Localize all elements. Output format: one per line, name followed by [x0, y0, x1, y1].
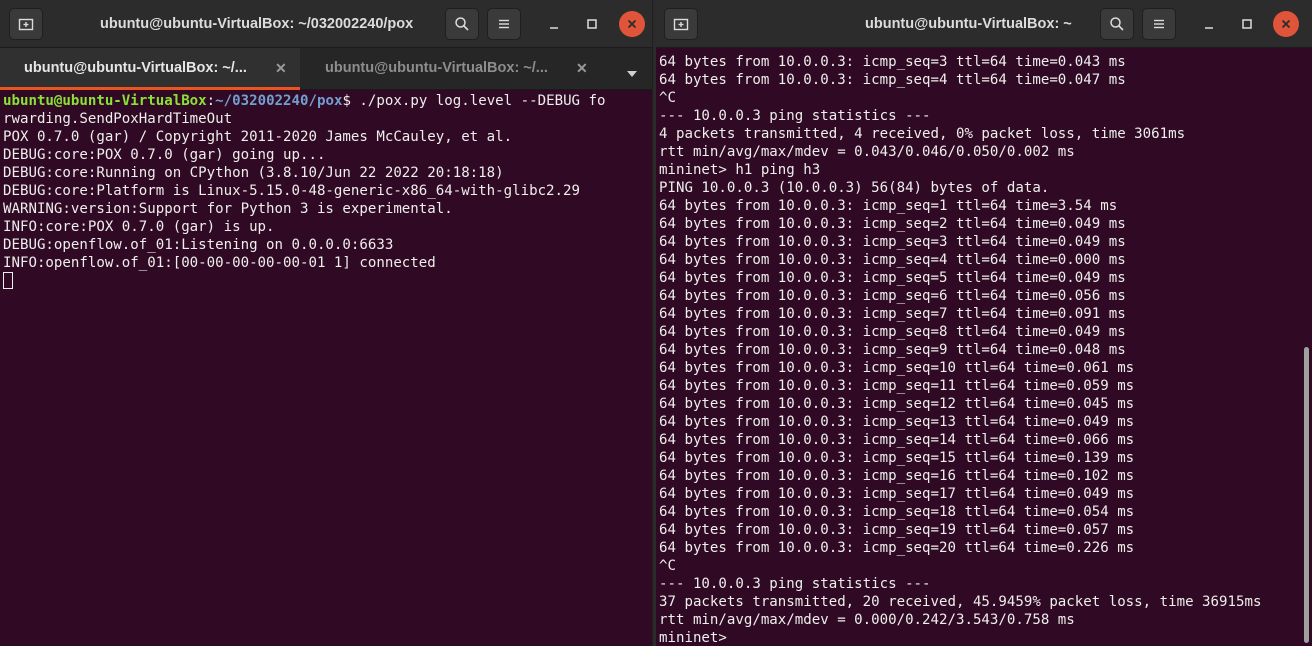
terminal-line: 64 bytes from 10.0.0.3: icmp_seq=12 ttl=…: [659, 396, 1135, 412]
terminal-line: 64 bytes from 10.0.0.3: icmp_seq=6 ttl=6…: [659, 288, 1126, 304]
tab-1[interactable]: ubuntu@ubuntu-VirtualBox: ~/... ✕: [0, 48, 300, 90]
prompt-command: ./pox.py log.level --DEBUG fo: [350, 93, 606, 109]
tab-2-label: ubuntu@ubuntu-VirtualBox: ~/...: [325, 60, 548, 76]
terminal-line: mininet> h1 ping h3: [659, 162, 821, 178]
right-terminal-window: ubuntu@ubuntu-VirtualBox: ~ 64 bytes fro…: [656, 0, 1312, 646]
terminal-line: 64 bytes from 10.0.0.3: icmp_seq=1 ttl=6…: [659, 198, 1118, 214]
close-button[interactable]: [619, 11, 645, 37]
chevron-down-icon: [627, 71, 637, 77]
terminal-line: DEBUG:openflow.of_01:Listening on 0.0.0.…: [3, 237, 394, 253]
terminal-line: 64 bytes from 10.0.0.3: icmp_seq=3 ttl=6…: [659, 54, 1126, 70]
close-icon: [627, 19, 637, 29]
prompt-user-host: ubuntu@ubuntu-VirtualBox: [3, 93, 207, 109]
terminal-line: 64 bytes from 10.0.0.3: icmp_seq=4 ttl=6…: [659, 252, 1126, 268]
terminal-line: WARNING:version:Support for Python 3 is …: [3, 201, 453, 217]
terminal-line: 64 bytes from 10.0.0.3: icmp_seq=10 ttl=…: [659, 360, 1135, 376]
minimize-icon: [1205, 27, 1213, 29]
hamburger-menu-icon: [499, 19, 509, 29]
terminal-line: ^C: [659, 558, 676, 574]
terminal-line: 64 bytes from 10.0.0.3: icmp_seq=15 ttl=…: [659, 450, 1135, 466]
scrollbar[interactable]: [1304, 347, 1309, 643]
tab-1-label: ubuntu@ubuntu-VirtualBox: ~/...: [24, 60, 247, 76]
minimize-icon: [550, 27, 558, 29]
left-terminal-window: ubuntu@ubuntu-VirtualBox: ~/032002240/po…: [0, 0, 653, 646]
terminal-line: 64 bytes from 10.0.0.3: icmp_seq=3 ttl=6…: [659, 234, 1126, 250]
minimize-button[interactable]: [1196, 11, 1222, 37]
terminal-line: DEBUG:core:Platform is Linux-5.15.0-48-g…: [3, 183, 580, 199]
terminal-line: 64 bytes from 10.0.0.3: icmp_seq=20 ttl=…: [659, 540, 1135, 556]
terminal-line: 64 bytes from 10.0.0.3: icmp_seq=9 ttl=6…: [659, 342, 1126, 358]
terminal-line: 37 packets transmitted, 20 received, 45.…: [659, 594, 1262, 610]
close-icon: [1281, 19, 1291, 29]
terminal-line: DEBUG:core:POX 0.7.0 (gar) going up...: [3, 147, 326, 163]
new-tab-icon: [673, 18, 689, 31]
tab-bar: ubuntu@ubuntu-VirtualBox: ~/... ✕ ubuntu…: [0, 48, 652, 90]
minimize-button[interactable]: [541, 11, 567, 37]
window-title: ubuntu@ubuntu-VirtualBox: ~: [865, 16, 1072, 32]
prompt-line: ubuntu@ubuntu-VirtualBox:~/032002240/pox…: [3, 92, 652, 110]
terminal-line: 64 bytes from 10.0.0.3: icmp_seq=7 ttl=6…: [659, 306, 1126, 322]
left-terminal-output[interactable]: ubuntu@ubuntu-VirtualBox:~/032002240/pox…: [0, 90, 652, 291]
terminal-line: 64 bytes from 10.0.0.3: icmp_seq=16 ttl=…: [659, 468, 1135, 484]
tab-2[interactable]: ubuntu@ubuntu-VirtualBox: ~/... ✕: [301, 48, 601, 90]
new-tab-button[interactable]: [9, 8, 43, 40]
terminal-line: 64 bytes from 10.0.0.3: icmp_seq=11 ttl=…: [659, 378, 1135, 394]
terminal-line: 64 bytes from 10.0.0.3: icmp_seq=5 ttl=6…: [659, 270, 1126, 286]
maximize-icon: [587, 19, 597, 29]
prompt-path: ~/032002240/pox: [215, 93, 343, 109]
maximize-button[interactable]: [579, 11, 605, 37]
tab-dropdown-button[interactable]: [626, 65, 638, 83]
terminal-line: POX 0.7.0 (gar) / Copyright 2011-2020 Ja…: [3, 129, 513, 145]
terminal-line: rtt min/avg/max/mdev = 0.043/0.046/0.050…: [659, 144, 1075, 160]
terminal-line: 4 packets transmitted, 4 received, 0% pa…: [659, 126, 1186, 142]
search-icon: [1110, 17, 1124, 31]
terminal-line: 64 bytes from 10.0.0.3: icmp_seq=13 ttl=…: [659, 414, 1135, 430]
new-tab-icon: [18, 18, 34, 31]
maximize-icon: [1242, 19, 1252, 29]
terminal-line: rwarding.SendPoxHardTimeOut: [3, 111, 233, 127]
menu-button[interactable]: [487, 8, 521, 40]
terminal-line: mininet>: [659, 630, 736, 646]
left-titlebar[interactable]: ubuntu@ubuntu-VirtualBox: ~/032002240/po…: [0, 0, 652, 48]
terminal-line: --- 10.0.0.3 ping statistics ---: [659, 108, 931, 124]
search-button[interactable]: [1100, 8, 1134, 40]
prompt-colon: :: [206, 93, 216, 109]
right-titlebar[interactable]: ubuntu@ubuntu-VirtualBox: ~: [656, 0, 1312, 48]
terminal-line: 64 bytes from 10.0.0.3: icmp_seq=19 ttl=…: [659, 522, 1135, 538]
terminal-line: INFO:core:POX 0.7.0 (gar) is up.: [3, 219, 275, 235]
close-button[interactable]: [1273, 11, 1299, 37]
terminal-line: 64 bytes from 10.0.0.3: icmp_seq=2 ttl=6…: [659, 216, 1126, 232]
cursor-line: [3, 272, 652, 291]
maximize-button[interactable]: [1234, 11, 1260, 37]
terminal-line: 64 bytes from 10.0.0.3: icmp_seq=14 ttl=…: [659, 432, 1135, 448]
right-terminal-output[interactable]: 64 bytes from 10.0.0.3: icmp_seq=3 ttl=6…: [656, 48, 1312, 646]
terminal-line: 64 bytes from 10.0.0.3: icmp_seq=8 ttl=6…: [659, 324, 1126, 340]
new-tab-button[interactable]: [664, 8, 698, 40]
tab-close-icon[interactable]: ✕: [576, 61, 588, 75]
terminal-line: INFO:openflow.of_01:[00-00-00-00-00-01 1…: [3, 255, 436, 271]
menu-button[interactable]: [1142, 8, 1176, 40]
hamburger-menu-icon: [1154, 19, 1164, 29]
terminal-line: DEBUG:core:Running on CPython (3.8.10/Ju…: [3, 165, 504, 181]
terminal-line: --- 10.0.0.3 ping statistics ---: [659, 576, 931, 592]
search-button[interactable]: [445, 8, 479, 40]
tab-close-icon[interactable]: ✕: [275, 61, 287, 75]
terminal-line: ^C: [659, 90, 676, 106]
search-icon: [455, 17, 469, 31]
terminal-line: 64 bytes from 10.0.0.3: icmp_seq=18 ttl=…: [659, 504, 1135, 520]
terminal-line: 64 bytes from 10.0.0.3: icmp_seq=17 ttl=…: [659, 486, 1135, 502]
terminal-cursor: [3, 272, 13, 289]
prompt-sign: $: [342, 93, 351, 109]
window-title: ubuntu@ubuntu-VirtualBox: ~/032002240/po…: [100, 16, 414, 32]
terminal-line: 64 bytes from 10.0.0.3: icmp_seq=4 ttl=6…: [659, 72, 1126, 88]
terminal-line: PING 10.0.0.3 (10.0.0.3) 56(84) bytes of…: [659, 180, 1050, 196]
terminal-line: rtt min/avg/max/mdev = 0.000/0.242/3.543…: [659, 612, 1075, 628]
